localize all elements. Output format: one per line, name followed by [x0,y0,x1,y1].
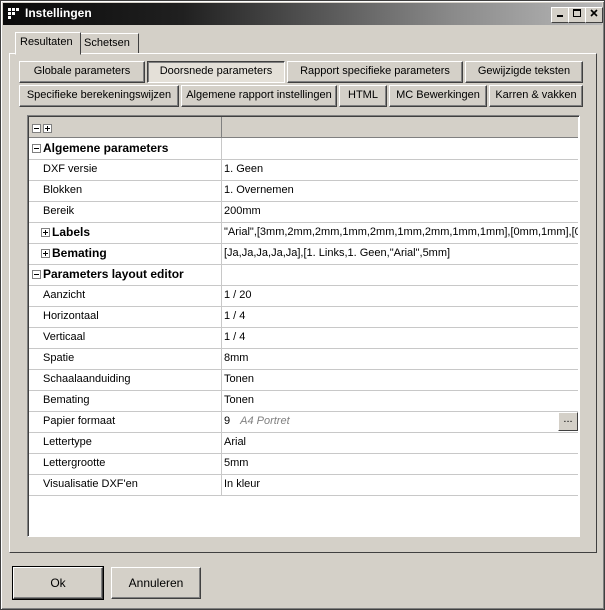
close-icon [590,9,598,17]
property-value[interactable]: Arial [224,432,578,453]
property-value[interactable]: [Ja,Ja,Ja,Ja,Ja],[1. Links,1. Geen,"Aria… [224,243,578,264]
cancel-button[interactable]: Annuleren [111,567,201,599]
maximize-button[interactable] [568,7,586,23]
property-value[interactable]: 1. Geen [224,159,578,180]
property-value[interactable]: 1 / 4 [224,327,578,348]
property-row-papier-formaat[interactable]: Papier formaat 9 A4 Portret ... [29,411,578,433]
property-row-verticaal[interactable]: Verticaal 1 / 4 [29,327,578,349]
property-value[interactable]: "Arial",[3mm,2mm,2mm,1mm,2mm,1mm,2mm,1mm… [224,222,578,243]
property-name: Verticaal [43,331,86,343]
property-name: DXF versie [43,163,98,175]
property-name: Aanzicht [43,289,86,301]
property-value[interactable]: Tonen [224,369,578,390]
property-name: Schaalaanduiding [43,373,131,385]
property-row-lettertype[interactable]: Lettertype Arial [29,432,578,454]
doorsnede-parameters-button[interactable]: Doorsnede parameters [147,61,285,83]
title-bar[interactable]: Instellingen [3,3,603,25]
property-grid: Algemene parameters DXF versie 1. Geen B… [27,115,580,537]
expand-all-icon[interactable] [43,122,52,134]
property-name: Papier formaat [43,415,116,427]
property-value[interactable]: 200mm [224,201,578,222]
maximize-icon [573,9,581,17]
property-row-bemating-group[interactable]: Bemating [Ja,Ja,Ja,Ja,Ja],[1. Links,1. G… [29,243,578,265]
property-value[interactable]: In kleur [224,474,578,495]
minimize-button[interactable] [551,7,569,23]
settings-window: Instellingen Resultaten Schetsen Globale… [0,0,605,610]
property-name: Bemating [52,246,107,260]
expand-icon[interactable] [41,246,50,260]
rapport-specifieke-parameters-button[interactable]: Rapport specifieke parameters [287,61,463,83]
ok-button[interactable]: Ok [12,566,104,600]
gewijzigde-teksten-button[interactable]: Gewijzigde teksten [465,61,583,83]
property-row-bemating[interactable]: Bemating Tonen [29,390,578,412]
collapse-icon[interactable] [32,267,41,281]
column-splitter[interactable] [221,117,222,137]
browse-button[interactable]: ... [558,412,578,431]
property-name: Visualisatie DXF'en [43,478,138,490]
specifieke-berekeningswijzen-button[interactable]: Specifieke berekeningswijzen [19,85,179,107]
property-value[interactable]: 1. Overnemen [224,180,578,201]
property-value[interactable]: 8mm [224,348,578,369]
property-name: Labels [52,225,91,239]
property-row-labels[interactable]: Labels "Arial",[3mm,2mm,2mm,1mm,2mm,1mm,… [29,222,578,244]
expand-icon[interactable] [41,225,50,239]
property-value[interactable]: 9 [224,415,230,427]
property-name: Bereik [43,205,75,217]
grid-header [29,117,578,138]
property-name: Lettergrootte [43,457,106,469]
globale-parameters-button[interactable]: Globale parameters [19,61,145,83]
property-row-schaalaanduiding[interactable]: Schaalaanduiding Tonen [29,369,578,391]
html-button[interactable]: HTML [339,85,387,107]
tab-resultaten[interactable]: Resultaten [15,32,81,55]
property-value[interactable]: 5mm [224,453,578,474]
property-row-spatie[interactable]: Spatie 8mm [29,348,578,370]
property-row-bereik[interactable]: Bereik 200mm [29,201,578,223]
property-row-dxf-versie[interactable]: DXF versie 1. Geen [29,159,578,181]
property-row-aanzicht[interactable]: Aanzicht 1 / 20 [29,285,578,307]
category-label: Parameters layout editor [43,267,184,281]
property-name: Bemating [43,394,90,406]
property-row-lettergrootte[interactable]: Lettergrootte 5mm [29,453,578,475]
collapse-all-icon[interactable] [32,122,41,134]
property-row-visualisatie[interactable]: Visualisatie DXF'en In kleur [29,474,578,496]
property-name: Lettertype [43,436,92,448]
window-title: Instellingen [25,6,92,20]
category-label: Algemene parameters [43,141,169,155]
minimize-icon [557,15,563,17]
property-name: Blokken [43,184,83,196]
property-row-blokken[interactable]: Blokken 1. Overnemen [29,180,578,202]
tab-schetsen[interactable]: Schetsen [79,33,139,54]
property-name: Spatie [43,352,75,364]
category-row-algemene[interactable]: Algemene parameters [29,138,578,160]
property-value[interactable]: 1 / 20 [224,285,578,306]
property-value [224,264,578,285]
app-icon [8,8,19,19]
property-row-horizontaal[interactable]: Horizontaal 1 / 4 [29,306,578,328]
property-value[interactable]: Tonen [224,390,578,411]
property-name: Horizontaal [43,310,99,322]
property-value [224,138,578,159]
property-value[interactable]: 1 / 4 [224,306,578,327]
mc-bewerkingen-button[interactable]: MC Bewerkingen [389,85,487,107]
property-hint: A4 Portret [240,415,290,427]
karren-vakken-button[interactable]: Karren & vakken [489,85,583,107]
close-button[interactable] [585,7,603,23]
category-row-layout-editor[interactable]: Parameters layout editor [29,264,578,286]
algemene-rapport-instellingen-button[interactable]: Algemene rapport instellingen [181,85,337,107]
collapse-icon[interactable] [32,141,41,155]
